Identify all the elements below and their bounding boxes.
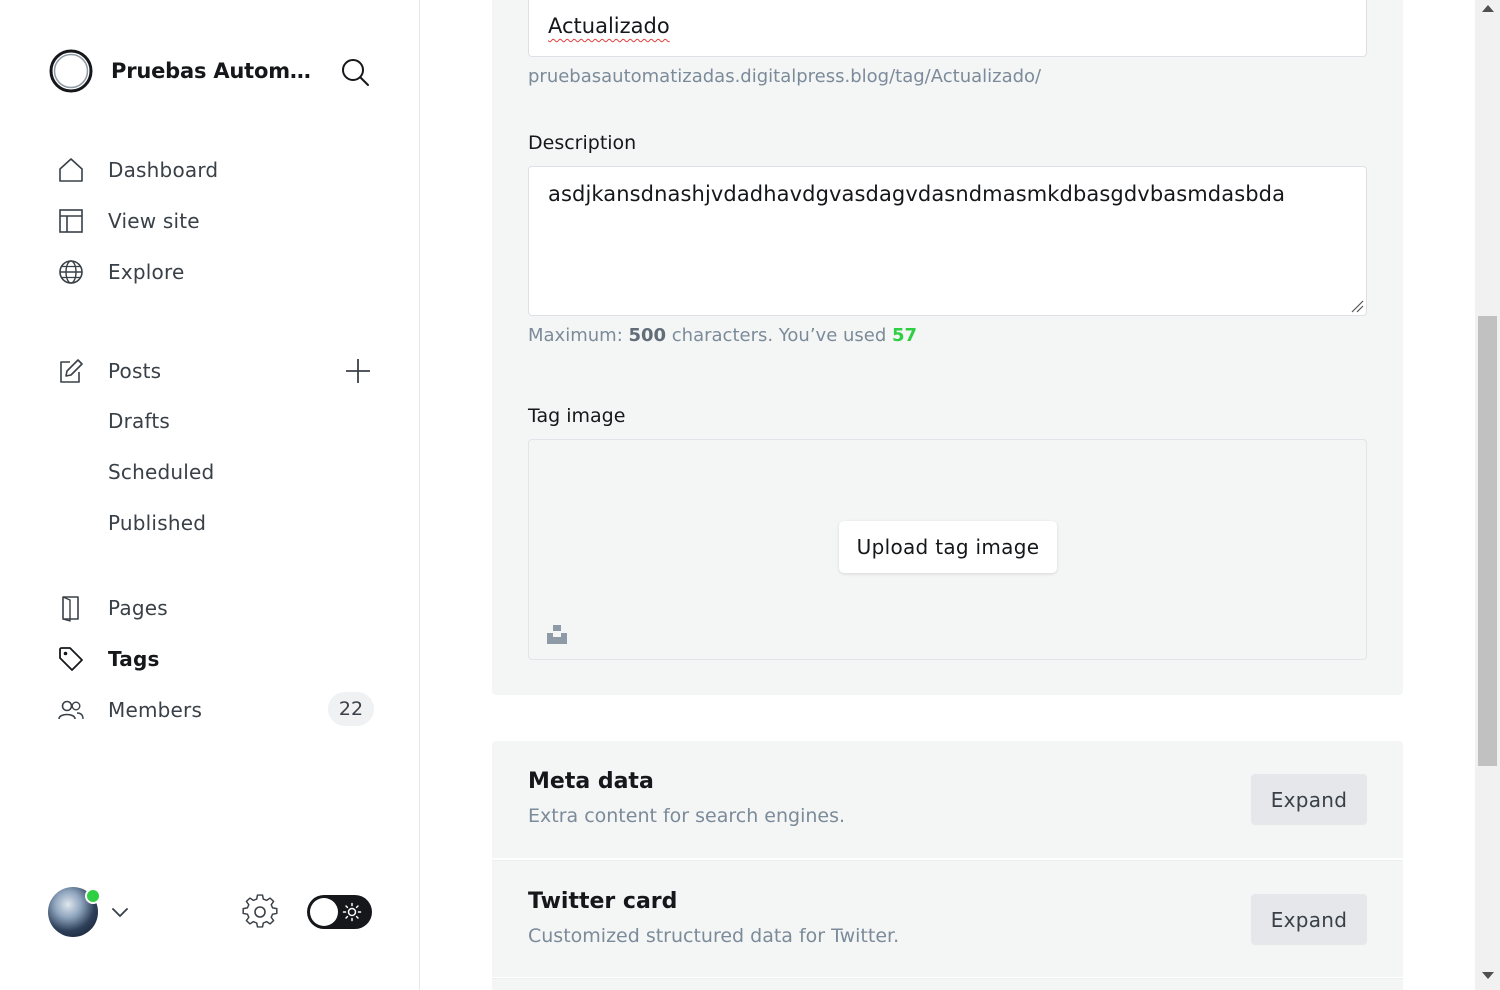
tag-image-dropzone[interactable]: Upload tag image — [528, 439, 1367, 660]
toggle-knob — [310, 898, 338, 926]
unsplash-icon[interactable] — [545, 622, 569, 646]
next-section-edge — [492, 978, 1403, 990]
members-count-badge: 22 — [328, 692, 374, 726]
slug-input-value: Actualizado — [548, 14, 670, 38]
chevron-down-icon[interactable] — [110, 902, 130, 922]
site-brand[interactable]: Pruebas Automatizadas — [48, 48, 321, 94]
page-icon — [56, 593, 86, 623]
edit-post-icon — [56, 356, 86, 386]
sidebar-item-dashboard[interactable]: Dashboard — [56, 150, 376, 190]
char-hint-mid: characters. You’ve used — [666, 325, 893, 346]
theme-toggle[interactable] — [307, 895, 372, 929]
sidebar-item-label: Explore — [108, 260, 185, 284]
members-icon — [56, 695, 86, 725]
sidebar-item-label: Members — [108, 698, 203, 722]
tag-image-label: Tag image — [528, 405, 626, 427]
scrollbar-thumb[interactable] — [1478, 316, 1497, 766]
sidebar-item-label: Posts — [108, 359, 162, 383]
sidebar-item-posts[interactable]: Posts — [56, 351, 376, 391]
sidebar-item-label: Dashboard — [108, 158, 219, 182]
sidebar-item-published[interactable]: Published — [108, 511, 206, 535]
char-max: 500 — [628, 325, 667, 346]
search-icon[interactable] — [339, 56, 371, 88]
char-used: 57 — [892, 325, 918, 346]
description-textarea[interactable]: asdjkansdnashjvdadhavdgvasdagvdasndmasmk… — [528, 166, 1367, 316]
resize-handle-icon[interactable] — [1350, 299, 1364, 313]
sidebar-item-pages[interactable]: Pages — [56, 588, 376, 628]
site-name: Pruebas Automatizadas — [111, 59, 321, 83]
twitter-card-section: Twitter card Customized structured data … — [492, 860, 1403, 977]
sidebar-item-explore[interactable]: Explore — [56, 252, 376, 292]
home-icon — [56, 155, 86, 185]
char-hint-prefix: Maximum: — [528, 325, 629, 346]
description-value: asdjkansdnashjvdadhavdgvasdagvdasndmasmk… — [548, 182, 1286, 206]
sidebar-item-label: View site — [108, 209, 200, 233]
expand-twitter-card-button[interactable]: Expand — [1251, 894, 1367, 945]
tag-icon — [56, 644, 86, 674]
layout-icon — [56, 206, 86, 236]
gear-icon[interactable] — [242, 894, 278, 930]
section-title: Meta data — [528, 769, 654, 794]
upload-tag-image-button[interactable]: Upload tag image — [839, 521, 1057, 573]
sidebar-item-label: Tags — [108, 647, 160, 671]
globe-icon — [56, 257, 86, 287]
description-label: Description — [528, 132, 637, 154]
sun-icon — [342, 902, 362, 922]
section-subtitle: Extra content for search engines. — [528, 805, 846, 827]
sidebar: Pruebas Automatizadas Dashboard View sit… — [0, 0, 420, 990]
scrollbar[interactable] — [1475, 0, 1500, 990]
sidebar-item-scheduled[interactable]: Scheduled — [108, 460, 214, 484]
section-subtitle: Customized structured data for Twitter. — [528, 925, 900, 947]
main-content: Actualizado pruebasautomatizadas.digital… — [421, 0, 1475, 990]
expand-meta-data-button[interactable]: Expand — [1251, 774, 1367, 825]
tag-url-hint: pruebasautomatizadas.digitalpress.blog/t… — [528, 66, 1042, 87]
slug-input[interactable]: Actualizado — [528, 0, 1367, 57]
online-status-dot — [85, 888, 101, 904]
sidebar-item-drafts[interactable]: Drafts — [108, 409, 170, 433]
new-post-plus-icon[interactable] — [343, 356, 373, 386]
sidebar-item-label: Pages — [108, 596, 168, 620]
site-logo-icon — [49, 49, 93, 93]
sidebar-item-tags[interactable]: Tags — [56, 639, 376, 679]
section-title: Twitter card — [528, 889, 678, 914]
scroll-up-arrow-icon[interactable] — [1482, 5, 1494, 12]
sidebar-item-view-site[interactable]: View site — [56, 201, 376, 241]
meta-data-section: Meta data Extra content for search engin… — [492, 741, 1403, 858]
character-count-hint: Maximum: 500 characters. You’ve used 57 — [528, 325, 917, 346]
scroll-down-arrow-icon[interactable] — [1482, 972, 1494, 979]
